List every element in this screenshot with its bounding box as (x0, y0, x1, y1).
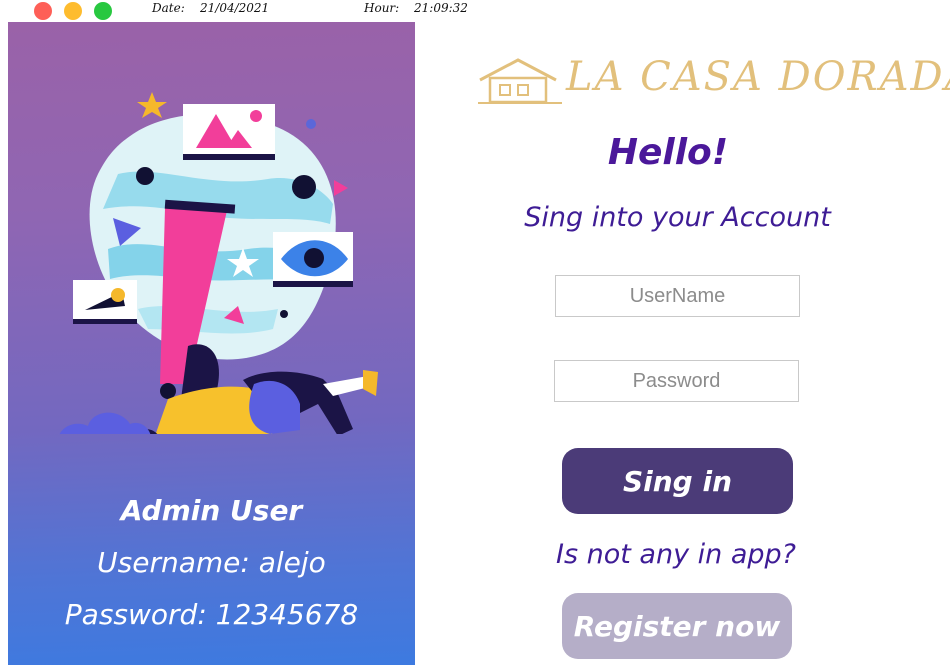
register-button[interactable]: Register now (562, 593, 792, 659)
admin-password-text: Password: 12345678 (64, 598, 359, 631)
register-question-text: Is not any in app? (556, 539, 796, 570)
greeting-heading: Hello! (607, 132, 729, 173)
username-input[interactable] (555, 275, 800, 317)
house-icon (478, 58, 562, 104)
admin-info-panel: Admin User Username: alejo Password: 123… (8, 22, 415, 665)
logo-text: LA CASA DORADA (566, 54, 950, 100)
la-casa-dorada-logo: LA CASA DORADA (478, 50, 950, 115)
minimize-window-button[interactable] (64, 2, 82, 20)
signin-subtitle: Sing into your Account (524, 202, 831, 233)
close-window-button[interactable] (34, 2, 52, 20)
password-input[interactable] (554, 360, 799, 402)
date-label: Date: (152, 1, 185, 15)
admin-username-text: Username: alejo (97, 546, 326, 579)
maximize-window-button[interactable] (94, 2, 112, 20)
hour-label: Hour: (364, 1, 400, 15)
admin-user-title: Admin User (120, 494, 303, 527)
hour-value: 21:09:32 (414, 1, 468, 15)
signin-button[interactable]: Sing in (562, 448, 793, 514)
title-bar: Date: 21/04/2021 Hour: 21:09:32 (0, 0, 950, 22)
date-value: 21/04/2021 (200, 1, 270, 15)
person-with-art-frames-illustration (59, 92, 378, 434)
